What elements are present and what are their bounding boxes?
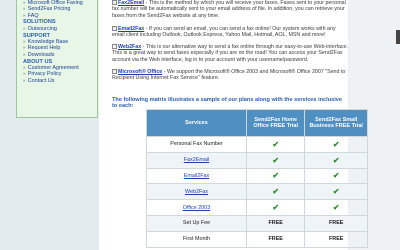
check-cell: ✔	[245, 199, 306, 216]
service-cell: Web2Fax	[146, 183, 247, 201]
check-cell: ✔	[245, 183, 306, 201]
bullet-icon: »	[23, 39, 27, 45]
check-icon: ✔	[272, 171, 280, 181]
service-cell: Email2Fax	[146, 167, 247, 185]
check-icon: ✔	[332, 155, 340, 165]
table-row: First Month FREE FREE	[146, 230, 368, 248]
email-icon	[112, 26, 117, 32]
table-row: Personal Fax Number ✔ ✔	[146, 136, 368, 153]
service-label: First Month	[183, 236, 210, 243]
sidebar-item-label: FAQ	[27, 12, 39, 19]
fax2email-text: - This is the method by which you will r…	[112, 0, 346, 19]
office-icon	[112, 69, 117, 75]
service-cell: Fax2Email	[146, 151, 247, 169]
sidebar-item-label: Outsourcing	[27, 25, 57, 32]
web2fax-link[interactable]: Web2Fax	[118, 44, 141, 50]
value-cell: FREE	[245, 214, 306, 232]
service-link[interactable]: Web2Fax	[185, 189, 208, 195]
fax2email-link[interactable]: Fax2Email	[118, 0, 144, 6]
sidebar-item-label: Privacy Policy	[27, 71, 62, 78]
bullet-icon: »	[23, 71, 27, 77]
service-cell: Office 2003	[146, 199, 247, 216]
check-cell: ✔	[304, 199, 368, 216]
bullet-icon: »	[23, 12, 27, 18]
header-small-business: Send2Fax Small Business FREE Trial	[304, 109, 368, 137]
bullet-icon: »	[23, 25, 27, 31]
sidebar-item-label: Contact Us	[27, 77, 55, 84]
sidebar-item-faq[interactable]: » FAQ	[23, 13, 97, 19]
service-cell: Set Up Fee	[146, 214, 247, 232]
check-cell: ✔	[245, 167, 306, 185]
sidebar-item-label: Microsoft Office Faxing	[27, 0, 83, 6]
sidebar-item-label: Knowledge Base	[27, 39, 69, 46]
check-icon: ✔	[272, 139, 280, 149]
bullet-icon: »	[23, 65, 27, 71]
check-cell: ✔	[304, 151, 368, 169]
check-icon: ✔	[332, 187, 340, 197]
scrollbar-thumb[interactable]	[396, 30, 400, 44]
email2fax-link[interactable]: Email2Fax	[118, 26, 144, 32]
fax-icon	[112, 0, 117, 6]
sidebar-panel: » Microsoft Office Faxing» Send2Fax Pric…	[16, 0, 98, 118]
desc-web2fax: Web2Fax - This is our alternative way to…	[112, 44, 348, 63]
sidebar-item-contact-us[interactable]: » Contact Us	[23, 78, 97, 84]
check-cell: ✔	[245, 151, 306, 169]
table-row: Set Up Fee FREE FREE	[146, 214, 368, 232]
service-cell: First Month	[146, 230, 247, 248]
check-cell: ✔	[304, 167, 368, 185]
service-link[interactable]: Fax2Email	[184, 157, 209, 163]
table-row: Fax2Email ✔ ✔	[146, 151, 368, 169]
bullet-icon: »	[23, 45, 27, 51]
desc-fax2email: Fax2Email - This is the method by which …	[112, 0, 348, 19]
bullet-icon: »	[23, 77, 27, 83]
service-cell: Personal Fax Number	[146, 136, 247, 153]
plans-table: Services Send2Fax Home Office FREE Trial…	[146, 109, 368, 248]
check-icon: ✔	[272, 155, 280, 165]
table-row: Web2Fax ✔ ✔	[146, 183, 368, 201]
check-icon: ✔	[332, 203, 340, 213]
value-cell: FREE	[304, 214, 368, 232]
sidebar-item-label: Send2Fax Pricing	[27, 6, 71, 13]
desc-office: Microsoft® Office - We support the Micro…	[112, 69, 348, 82]
table-row: Office 2003 ✔ ✔	[146, 199, 368, 216]
service-link[interactable]: Office 2003	[183, 205, 210, 211]
check-cell: ✔	[304, 136, 368, 153]
header-home-office: Send2Fax Home Office FREE Trial	[245, 109, 306, 137]
sidebar-item-downloads[interactable]: » Downloads	[23, 52, 97, 58]
service-link[interactable]: Email2Fax	[184, 173, 209, 179]
table-row: Email2Fax ✔ ✔	[146, 167, 368, 185]
web-icon	[112, 44, 117, 50]
value-cell: FREE	[245, 230, 306, 248]
sidebar-item-label: Customer Agreement	[27, 65, 79, 72]
check-icon: ✔	[332, 171, 340, 181]
table-header-row: Services Send2Fax Home Office FREE Trial…	[146, 109, 368, 137]
sidebar: » Microsoft Office Faxing» Send2Fax Pric…	[0, 0, 98, 250]
check-icon: ✔	[272, 203, 280, 213]
matrix-title: The following matrix illustrates a sampl…	[112, 97, 343, 109]
value-cell: FREE	[304, 230, 368, 248]
service-label: Set Up Fee	[182, 220, 211, 227]
bullet-icon: »	[23, 0, 27, 5]
check-icon: ✔	[332, 139, 340, 149]
web2fax-text: - This is our alternative way to send a …	[112, 44, 348, 63]
header-services: Services	[146, 109, 247, 137]
email2fax-text: - If you can send an email, you can send…	[112, 26, 336, 39]
sidebar-item-label: Request Help	[27, 45, 61, 52]
check-cell: ✔	[304, 183, 368, 201]
sidebar-item-label: Downloads	[27, 51, 55, 58]
bullet-icon: »	[23, 51, 27, 57]
desc-email2fax: Email2Fax - If you can send an email, yo…	[112, 26, 348, 39]
check-cell: ✔	[245, 136, 306, 153]
bullet-icon: »	[23, 6, 27, 12]
check-icon: ✔	[272, 187, 280, 197]
office-link[interactable]: Microsoft® Office	[118, 69, 162, 75]
service-label: Personal Fax Number	[170, 141, 223, 148]
sidebar-item-outsourcing[interactable]: » Outsourcing	[23, 26, 97, 32]
